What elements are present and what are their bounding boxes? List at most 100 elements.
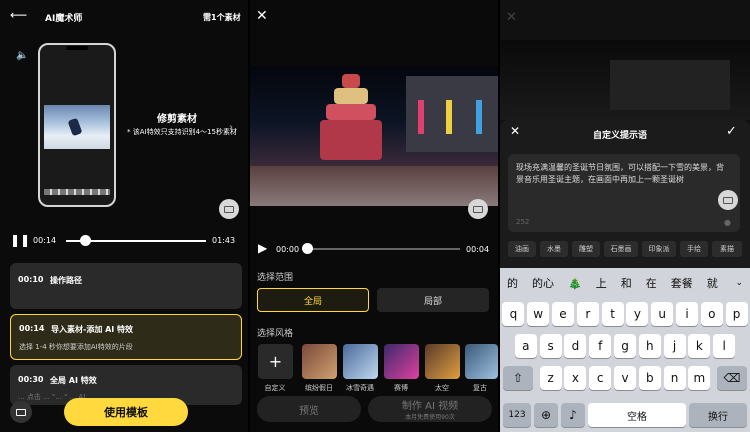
key-s[interactable]: s xyxy=(539,334,562,358)
style-name: 赛博 xyxy=(394,384,408,392)
prompt-textarea[interactable]: 现场充满温馨的圣诞节日氛围，可以搭配一下雪的美景，背景音乐用圣诞主题，在画面中再… xyxy=(508,154,740,232)
preview-button[interactable]: 预览 xyxy=(257,396,361,422)
close-icon[interactable]: ✕ xyxy=(256,8,268,24)
globe-icon[interactable]: ⊕ xyxy=(534,403,558,427)
make-ai-video-button[interactable]: 制作 AI 视频 本月免费使用90次 xyxy=(368,396,492,422)
key-v[interactable]: v xyxy=(614,366,636,390)
chip[interactable]: 雕塑 xyxy=(572,241,600,257)
chip[interactable]: 素描 xyxy=(712,241,742,257)
step-time: 00:10 xyxy=(18,275,44,284)
playback-knob[interactable] xyxy=(80,235,91,246)
chip[interactable]: 油画 xyxy=(508,241,536,257)
key-o[interactable]: o xyxy=(700,302,723,326)
step-item[interactable]: 00:10 操作路径 xyxy=(10,263,242,309)
key-a[interactable]: a xyxy=(514,334,537,358)
range-option-partial[interactable]: 局部 xyxy=(377,288,489,312)
key-m[interactable]: m xyxy=(688,366,711,390)
pause-icon[interactable]: ❚❚ xyxy=(10,233,30,247)
close-icon[interactable]: ✕ xyxy=(506,10,517,25)
dim-building xyxy=(610,60,730,110)
skier-figure xyxy=(67,117,83,137)
key-z[interactable]: z xyxy=(539,366,562,390)
back-arrow-icon[interactable]: ⟵ xyxy=(10,8,27,22)
style-custom-plus-icon[interactable]: + xyxy=(258,344,293,379)
candidate[interactable]: 就 xyxy=(700,275,725,291)
book-icon[interactable] xyxy=(718,190,738,210)
chip[interactable]: 水墨 xyxy=(540,241,568,257)
play-icon[interactable]: ▶ xyxy=(258,241,267,255)
make-label: 制作 AI 视频 xyxy=(401,401,459,412)
style-label: 选择风格 xyxy=(257,329,294,339)
step-item-active[interactable]: 00:14 导入素材-添加 AI 特效 选择 1-4 秒你想要添加AI特效的片段 xyxy=(10,314,242,360)
candidate[interactable]: 的心 xyxy=(525,275,561,291)
style-name: 冰雪奇遇 xyxy=(346,384,374,392)
key-d[interactable]: d xyxy=(564,334,587,358)
key-b[interactable]: b xyxy=(638,366,661,390)
key-j[interactable]: j xyxy=(663,334,686,358)
playback-track[interactable] xyxy=(304,248,460,250)
chevron-down-icon[interactable]: ⌄ xyxy=(728,278,750,288)
frame-strip xyxy=(44,189,110,195)
key-k[interactable]: k xyxy=(688,334,711,358)
chevron-right-icon[interactable]: › xyxy=(229,122,233,133)
style-thumb[interactable] xyxy=(384,344,419,379)
space-key[interactable]: 空格 xyxy=(588,403,686,427)
time-current: 00:14 xyxy=(33,236,57,245)
key-x[interactable]: x xyxy=(564,366,587,390)
key-w[interactable]: w xyxy=(527,302,550,326)
page-title: AI魔术师 xyxy=(45,14,83,24)
use-template-button[interactable]: 使用模板 xyxy=(64,398,188,426)
return-key[interactable]: 换行 xyxy=(689,403,747,427)
key-f[interactable]: f xyxy=(589,334,612,358)
style-thumb[interactable] xyxy=(425,344,460,379)
candidate[interactable]: 套餐 xyxy=(664,275,700,291)
speaker-icon[interactable]: 🔈 xyxy=(16,50,28,61)
key-i[interactable]: i xyxy=(676,302,698,326)
key-n[interactable]: n xyxy=(663,366,686,390)
neon-sign xyxy=(418,100,424,134)
chip[interactable]: 手绘 xyxy=(680,241,708,257)
range-option-global[interactable]: 全局 xyxy=(257,288,369,312)
key-y[interactable]: y xyxy=(626,302,649,326)
chip[interactable]: 印象派 xyxy=(642,241,676,257)
key-c[interactable]: c xyxy=(589,366,612,390)
close-icon[interactable]: ✕ xyxy=(510,124,520,138)
key-t[interactable]: t xyxy=(601,302,624,326)
step-desc: 选择 1-4 秒你想要添加AI特效的片段 xyxy=(19,343,133,351)
style-thumb[interactable] xyxy=(302,344,337,379)
key-l[interactable]: l xyxy=(713,334,736,358)
time-total: 00:04 xyxy=(466,245,490,254)
candidate[interactable]: 上 xyxy=(589,275,614,291)
key-g[interactable]: g xyxy=(614,334,636,358)
check-icon[interactable]: ✓ xyxy=(726,124,737,139)
cake-building xyxy=(320,74,382,166)
numbers-key[interactable]: 123 xyxy=(503,403,531,427)
ski-thumbnail xyxy=(44,105,110,149)
clear-icon[interactable]: ● xyxy=(724,218,731,227)
key-q[interactable]: q xyxy=(502,302,525,326)
step-title: 全局 AI 特效 xyxy=(50,376,97,385)
style-thumb[interactable] xyxy=(465,344,498,379)
candidate[interactable]: 和 xyxy=(614,275,639,291)
key-h[interactable]: h xyxy=(638,334,661,358)
key-u[interactable]: u xyxy=(651,302,674,326)
preview-label: 预览 xyxy=(299,405,319,417)
key-e[interactable]: e xyxy=(552,302,574,326)
candidate[interactable]: 在 xyxy=(639,275,664,291)
style-thumb[interactable] xyxy=(343,344,378,379)
playback-knob[interactable] xyxy=(302,243,313,254)
backspace-key[interactable]: ⌫ xyxy=(717,366,747,390)
cake-tier xyxy=(326,104,376,120)
step-title: 操作路径 xyxy=(50,276,82,285)
candidate[interactable]: 🎄 xyxy=(561,277,589,290)
candidate[interactable]: 的 xyxy=(500,275,525,291)
shift-key[interactable]: ⇧ xyxy=(503,366,533,390)
microphone-icon[interactable]: ♪ xyxy=(561,403,585,427)
lit-building xyxy=(406,76,498,152)
folder-icon[interactable] xyxy=(10,401,32,423)
chip[interactable]: 石墨画 xyxy=(604,241,638,257)
book-icon[interactable] xyxy=(468,199,488,219)
book-icon[interactable] xyxy=(219,199,239,219)
key-p[interactable]: p xyxy=(725,302,748,326)
key-r[interactable]: r xyxy=(576,302,599,326)
